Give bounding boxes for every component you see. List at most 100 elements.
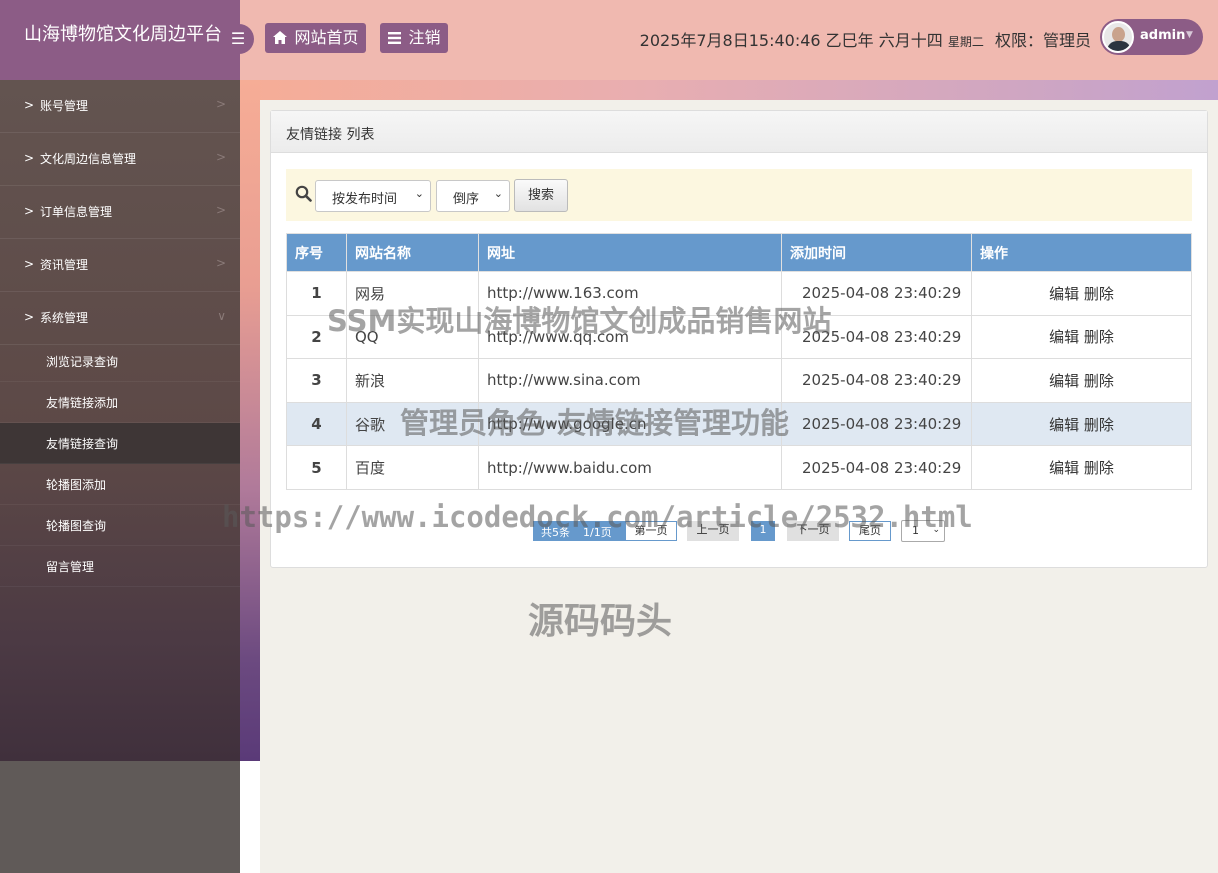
- edit-link[interactable]: 编辑: [1049, 372, 1079, 390]
- header-status: 2025年7月8日15:40:46 乙巳年 六月十四 星期二 权限：管理员: [640, 27, 1091, 51]
- chevron-right-icon: >: [24, 204, 35, 218]
- sidebar-item-culture-goods[interactable]: > 文化周边信息管理 >: [0, 133, 240, 186]
- site-name: 新浪: [346, 358, 479, 403]
- search-button[interactable]: 搜索: [514, 179, 568, 212]
- sidebar-subitem-link-add[interactable]: 友情链接添加: [0, 382, 240, 423]
- chevron-right-icon: >: [24, 151, 35, 165]
- row-actions: 编辑 删除: [971, 271, 1192, 316]
- search-bar: 按发布时间 ⌄ 倒序 ⌄ 搜索: [286, 169, 1192, 221]
- sidebar-item-label: 系统管理: [40, 311, 89, 325]
- edit-link[interactable]: 编辑: [1049, 459, 1079, 477]
- row-index: 3: [286, 358, 347, 403]
- sidebar-subitem-messages[interactable]: 留言管理: [0, 546, 240, 587]
- sidebar: > 账号管理 > > 文化周边信息管理 > > 订单信息管理 > > 资讯管理 …: [0, 80, 240, 873]
- chevron-down-icon: ▼: [1186, 30, 1193, 40]
- sidebar-subitem-label: 轮播图查询: [46, 519, 107, 533]
- sidebar-subitem-label: 留言管理: [46, 560, 95, 574]
- sidebar-item-label: 账号管理: [40, 99, 89, 113]
- row-actions: 编辑 删除: [971, 445, 1192, 490]
- chevron-right-icon: >: [24, 98, 35, 112]
- sidebar-subitem-label: 轮播图添加: [46, 478, 107, 492]
- angle-right-icon: >: [215, 97, 226, 111]
- sidebar-item-account[interactable]: > 账号管理 >: [0, 80, 240, 133]
- row-index: 5: [286, 445, 347, 490]
- sidebar-subitem-label: 友情链接查询: [46, 437, 119, 451]
- angle-right-icon: >: [215, 256, 226, 270]
- permission-label: 权限：管理员: [994, 31, 1091, 50]
- added-time: 2025-04-08 23:40:29: [781, 358, 972, 403]
- added-time: 2025-04-08 23:40:29: [781, 445, 972, 490]
- sidebar-item-news[interactable]: > 资讯管理 >: [0, 239, 240, 292]
- decorative-strip: [240, 80, 1218, 100]
- edit-link[interactable]: 编辑: [1049, 416, 1079, 434]
- menu-toggle-icon[interactable]: ☰: [222, 24, 254, 54]
- search-icon: [295, 185, 313, 203]
- row-index: 4: [286, 401, 347, 447]
- row-actions: 编辑 删除: [971, 358, 1192, 403]
- sidebar-subitem-label: 友情链接添加: [46, 396, 119, 410]
- watermark-text: https://www.icodedock.com/article/2532.h…: [222, 500, 973, 534]
- sort-field-value: 按发布时间: [332, 192, 398, 207]
- watermark-text: 源码码头: [528, 601, 673, 642]
- delete-link[interactable]: 删除: [1084, 328, 1114, 346]
- top-header: 山海博物馆文化周边平台 ☰ 网站首页 注销 2025年7月8日15:40:46 …: [0, 0, 1218, 80]
- site-url: http://www.sina.com: [478, 358, 782, 403]
- list-icon: [388, 31, 405, 47]
- column-header: 操作: [971, 233, 1192, 272]
- sidebar-item-label: 订单信息管理: [40, 205, 113, 219]
- table-row: 3 新浪 http://www.sina.com 2025-04-08 23:4…: [286, 358, 1192, 403]
- edit-link[interactable]: 编辑: [1049, 285, 1079, 303]
- delete-link[interactable]: 删除: [1084, 285, 1114, 303]
- sort-field-select[interactable]: 按发布时间 ⌄: [315, 180, 431, 212]
- row-actions: 编辑 删除: [971, 314, 1192, 360]
- decorative-strip: [240, 80, 260, 761]
- delete-link[interactable]: 删除: [1084, 459, 1114, 477]
- sidebar-item-label: 文化周边信息管理: [40, 152, 137, 166]
- app-title: 山海博物馆文化周边平台: [0, 0, 240, 80]
- sidebar-subitem-label: 浏览记录查询: [46, 355, 119, 369]
- chevron-down-icon: ⌄: [493, 187, 503, 200]
- sidebar-subitem-link-query[interactable]: 友情链接查询: [0, 423, 240, 464]
- home-button[interactable]: 网站首页: [265, 23, 367, 53]
- avatar: [1102, 21, 1134, 53]
- datetime: 2025年7月8日15:40:46 乙巳年 六月十四: [639, 31, 943, 50]
- home-icon: [273, 31, 291, 47]
- watermark-text: 管理员角色-友情链接管理功能: [400, 406, 790, 440]
- sort-order-select[interactable]: 倒序 ⌄: [436, 180, 510, 212]
- logout-button[interactable]: 注销: [380, 23, 449, 53]
- user-menu[interactable]: admin ▼: [1100, 19, 1203, 55]
- site-url: http://www.baidu.com: [478, 445, 782, 490]
- link-table: 序号 网站名称 网址 添加时间 操作 1 网易 http://www.163.c…: [286, 233, 1192, 490]
- divider: [240, 761, 260, 873]
- sidebar-item-label: 资讯管理: [40, 258, 89, 272]
- added-time: 2025-04-08 23:40:29: [781, 401, 972, 447]
- sidebar-subitem-carousel-add[interactable]: 轮播图添加: [0, 464, 240, 505]
- angle-right-icon: >: [215, 203, 226, 217]
- chevron-down-icon: ⌄: [414, 187, 424, 200]
- column-header: 网站名称: [346, 233, 479, 272]
- column-header: 网址: [478, 233, 782, 272]
- angle-right-icon: >: [215, 150, 226, 164]
- column-header: 序号: [286, 233, 347, 272]
- delete-link[interactable]: 删除: [1084, 372, 1114, 390]
- chevron-right-icon: >: [24, 310, 35, 324]
- watermark-text: SSM实现山海博物馆文创成品销售网站: [327, 304, 832, 338]
- sidebar-item-orders[interactable]: > 订单信息管理 >: [0, 186, 240, 239]
- chevron-right-icon: >: [24, 257, 35, 271]
- home-button-label: 网站首页: [294, 28, 359, 47]
- site-name: 百度: [346, 445, 479, 490]
- edit-link[interactable]: 编辑: [1049, 328, 1079, 346]
- weekday: 星期二: [947, 35, 984, 49]
- sort-order-value: 倒序: [453, 192, 480, 207]
- column-header: 添加时间: [781, 233, 972, 272]
- sidebar-subitem-carousel-query[interactable]: 轮播图查询: [0, 505, 240, 546]
- username: admin: [1140, 28, 1186, 43]
- row-actions: 编辑 删除: [971, 401, 1192, 447]
- logout-button-label: 注销: [408, 28, 441, 47]
- table-row: 5 百度 http://www.baidu.com 2025-04-08 23:…: [286, 445, 1192, 490]
- delete-link[interactable]: 删除: [1084, 416, 1114, 434]
- chevron-down-icon: ∨: [217, 309, 226, 323]
- sidebar-subitem-browse-history[interactable]: 浏览记录查询: [0, 341, 240, 382]
- sidebar-item-system[interactable]: > 系统管理 ∨: [0, 292, 240, 345]
- panel-title: 友情链接 列表: [271, 111, 1207, 153]
